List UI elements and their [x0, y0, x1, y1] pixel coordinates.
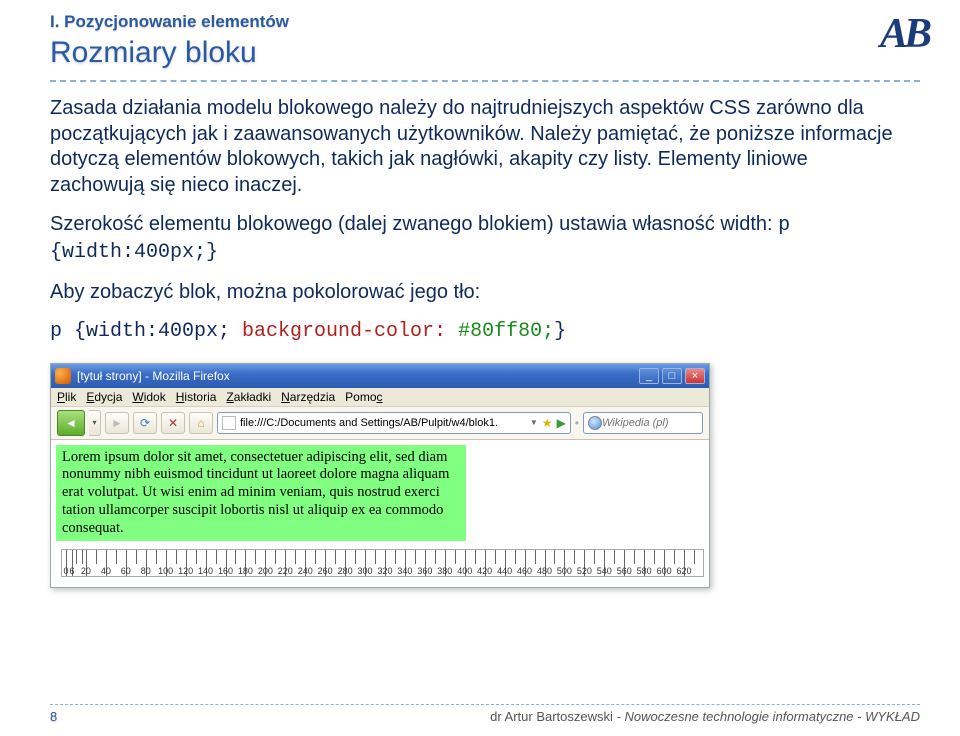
toolbar: ◄ ▾ ► ⟳ ✕ ⌂ ▼ ★ ▶ • [51, 407, 709, 440]
menubar: Plik Edycja Widok Historia Zakładki Narz… [51, 388, 709, 407]
page-number: 8 [50, 709, 74, 724]
back-dropdown[interactable]: ▾ [89, 410, 101, 436]
wikipedia-icon [588, 416, 602, 430]
footer: 8 dr Artur Bartoszewski - Nowoczesne tec… [50, 704, 920, 724]
address-bar[interactable]: ▼ ★ ▶ [217, 412, 571, 434]
footer-author: dr Artur Bartoszewski [490, 709, 616, 724]
paragraph-3: Aby zobaczyć blok, można pokolorować jeg… [50, 280, 900, 306]
bookmark-star-icon[interactable]: ★ [542, 416, 553, 430]
address-input[interactable] [240, 417, 526, 429]
back-button[interactable]: ◄ [57, 410, 85, 436]
divider [50, 80, 920, 82]
menu-zakladki[interactable]: Zakładki [226, 390, 271, 404]
paragraph-2: Szerokość elementu blokowego (dalej zwan… [50, 212, 900, 265]
browser-screenshot: [tytuł strony] - Mozilla Firefox _ □ × P… [50, 363, 710, 588]
code-2d: } [554, 320, 566, 343]
menu-narzedzia[interactable]: Narzędzia [281, 390, 335, 404]
forward-button[interactable]: ► [105, 412, 129, 434]
separator: • [575, 416, 579, 430]
menu-historia[interactable]: Historia [176, 390, 217, 404]
logo: AB [880, 10, 928, 58]
page-icon [222, 416, 236, 430]
green-paragraph: Lorem ipsum dolor sit amet, consectetuer… [56, 445, 466, 541]
code-2c: #80ff80; [446, 320, 554, 343]
search-input[interactable] [602, 417, 682, 429]
window-title: [tytuł strony] - Mozilla Firefox [77, 369, 230, 383]
paragraph-1: Zasada działania modelu blokowego należy… [50, 96, 900, 198]
home-button[interactable]: ⌂ [189, 412, 213, 434]
stop-button[interactable]: ✕ [161, 412, 185, 434]
menu-widok[interactable]: Widok [132, 390, 165, 404]
menu-plik[interactable]: Plik [57, 390, 76, 404]
close-button[interactable]: × [685, 368, 705, 384]
code-2a: p {width:400px; [50, 320, 242, 343]
code-2b: background-color: [242, 320, 446, 343]
paragraph-2-text: Szerokość elementu blokowego (dalej zwan… [50, 213, 778, 235]
search-bar[interactable] [583, 412, 703, 434]
maximize-button[interactable]: □ [662, 368, 682, 384]
titlebar: [tytuł strony] - Mozilla Firefox _ □ × [51, 364, 709, 388]
menu-pomoc[interactable]: Pomoc [345, 390, 382, 404]
code-2: p {width:400px; background-color: #80ff8… [50, 319, 900, 345]
page-content: Lorem ipsum dolor sit amet, consectetuer… [51, 440, 709, 587]
menu-edycja[interactable]: Edycja [86, 390, 122, 404]
footer-rest: - Nowoczesne technologie informatyczne -… [617, 709, 920, 724]
go-arrow-icon[interactable]: ▶ [557, 416, 566, 430]
minimize-button[interactable]: _ [639, 368, 659, 384]
reload-button[interactable]: ⟳ [133, 412, 157, 434]
page-title: Rozmiary bloku [50, 36, 920, 70]
firefox-icon [55, 368, 71, 384]
dropdown-icon[interactable]: ▼ [530, 418, 538, 427]
ruler: 0204060801001201401601802002202402602803… [61, 549, 704, 577]
section-label: I. Pozycjonowanie elementów [50, 12, 920, 32]
